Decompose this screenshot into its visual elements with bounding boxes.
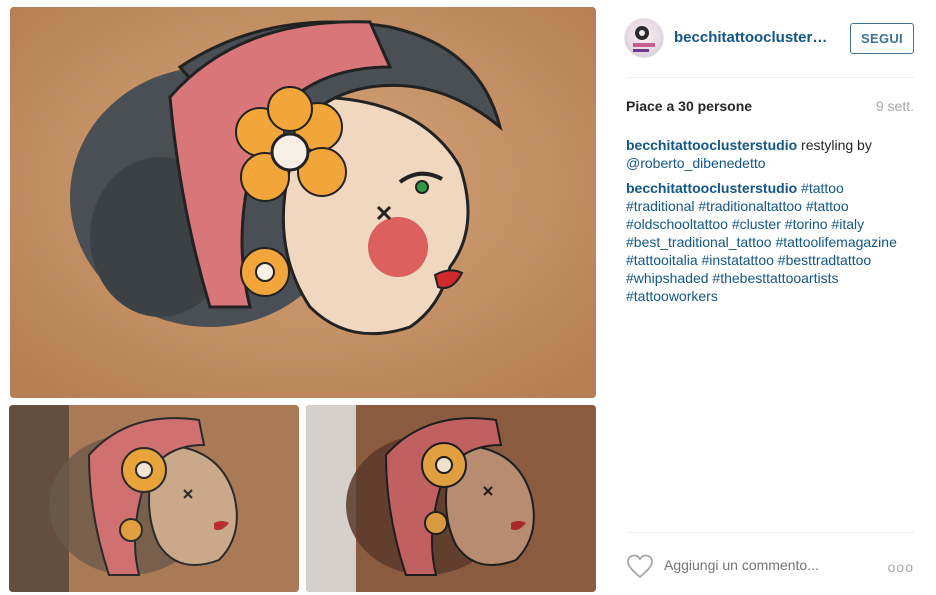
tattoo-photo-main[interactable]	[10, 7, 596, 398]
hashtag-link[interactable]: #besttradtattoo	[778, 252, 871, 268]
comment-input[interactable]	[664, 557, 874, 573]
studio-logo-icon	[633, 26, 655, 52]
comment-author[interactable]: becchitattooclusterstudio	[626, 137, 797, 153]
post-timestamp[interactable]: 9 sett.	[876, 98, 914, 114]
tattoo-illustration	[10, 7, 596, 398]
hashtag-link[interactable]: #best_traditional_tattoo	[626, 234, 772, 250]
comment-item: becchitattooclusterstudio #tattoo #tradi…	[626, 179, 914, 305]
post-header: becchitattooclusterst... SEGUI	[624, 15, 914, 63]
comments-list: becchitattooclusterstudio restyling by @…	[626, 136, 914, 312]
post-media	[0, 0, 604, 595]
tattoo-illustration-before	[9, 405, 299, 592]
tattoo-photo-progress[interactable]	[306, 405, 596, 592]
hashtag-link[interactable]: #italy	[831, 216, 864, 232]
hashtag-link[interactable]: #oldschooltattoo	[626, 216, 728, 232]
comment-text: restyling by	[797, 137, 872, 153]
divider	[626, 532, 914, 533]
comment-item: becchitattooclusterstudio restyling by @…	[626, 136, 914, 172]
comment-composer: ooo	[626, 551, 914, 581]
hashtag-link[interactable]: #tattoolifemagazine	[775, 234, 896, 250]
post-username[interactable]: becchitattooclusterst...	[674, 29, 834, 46]
post-info-panel: becchitattooclusterst... SEGUI Piace a 3…	[604, 0, 936, 595]
hashtag-link[interactable]: #traditional	[626, 198, 695, 214]
hashtag-link[interactable]: #tattooworkers	[626, 288, 718, 304]
hashtag-link[interactable]: #traditionaltattoo	[698, 198, 802, 214]
hashtag-link[interactable]: #tattooitalia	[626, 252, 698, 268]
comment-author[interactable]: becchitattooclusterstudio	[626, 180, 797, 196]
hashtag-link[interactable]: #thebesttattooartists	[712, 270, 838, 286]
hashtag-link[interactable]: #cluster	[732, 216, 781, 232]
likes-count[interactable]: Piace a 30 persone	[626, 98, 752, 114]
more-options-icon[interactable]: ooo	[888, 559, 914, 575]
mention-link[interactable]: @roberto_dibenedetto	[626, 155, 766, 171]
heart-outline-icon[interactable]	[626, 553, 654, 579]
hashtag-link[interactable]: #torino	[785, 216, 828, 232]
tattoo-photo-before[interactable]	[9, 405, 299, 592]
avatar[interactable]	[624, 18, 664, 58]
divider	[626, 77, 914, 78]
tattoo-illustration-progress	[306, 405, 596, 592]
hashtag-link[interactable]: #tattoo	[801, 180, 844, 196]
hashtag-link[interactable]: #tattoo	[806, 198, 849, 214]
hashtag-link[interactable]: #instatattoo	[702, 252, 774, 268]
hashtag-link[interactable]: #whipshaded	[626, 270, 709, 286]
likes-row: Piace a 30 persone 9 sett.	[626, 98, 914, 118]
follow-button[interactable]: SEGUI	[850, 23, 914, 54]
